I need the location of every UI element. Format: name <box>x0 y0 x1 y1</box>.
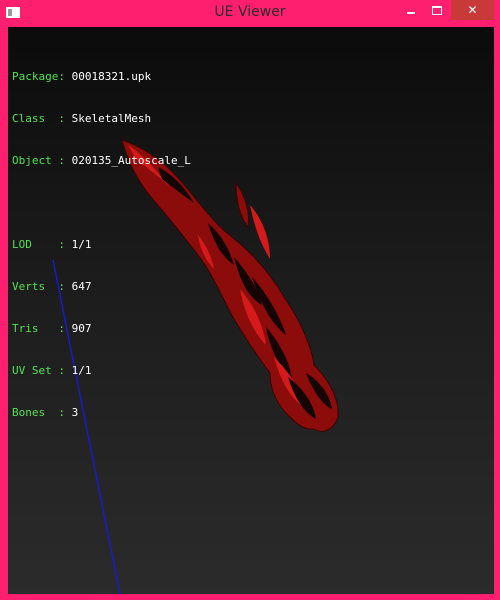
info-row-lod: LOD : 1/1 <box>12 238 191 252</box>
info-row-bones: Bones : 3 <box>12 406 191 420</box>
info-label: LOD : <box>12 238 72 251</box>
minimize-button[interactable] <box>398 0 424 20</box>
minimize-icon <box>407 11 415 14</box>
info-label: Verts : <box>12 280 72 293</box>
info-value: 3 <box>71 406 79 419</box>
info-value: 907 <box>71 322 92 335</box>
info-label: UV Set : <box>12 364 72 377</box>
info-row-object: Object : 020135_Autoscale_L <box>12 154 191 168</box>
info-value: 647 <box>71 280 92 293</box>
mesh-info-overlay: Package: 00018321.upk Class : SkeletalMe… <box>12 42 191 448</box>
info-row-package: Package: 00018321.upk <box>12 70 191 84</box>
3d-viewport[interactable]: Package: 00018321.upk Class : SkeletalMe… <box>8 27 494 594</box>
info-value: 020135_Autoscale_L <box>71 154 191 167</box>
info-row-verts: Verts : 647 <box>12 280 191 294</box>
info-value: 1/1 <box>71 238 92 251</box>
app-window: UE Viewer ✕ Package: 00018321.upk Class … <box>0 0 500 600</box>
info-label: Bones : <box>12 406 72 419</box>
close-button[interactable]: ✕ <box>451 0 494 20</box>
maximize-icon <box>432 6 442 15</box>
info-value: 1/1 <box>71 364 92 377</box>
close-icon: ✕ <box>467 3 478 17</box>
info-label: Tris : <box>12 322 72 335</box>
info-row-class: Class : SkeletalMesh <box>12 112 191 126</box>
info-value: 00018321.upk <box>71 70 152 83</box>
info-label: Object : <box>12 154 72 167</box>
info-label: Package: <box>12 70 72 83</box>
info-value: SkeletalMesh <box>71 112 152 125</box>
info-row-tris: Tris : 907 <box>12 322 191 336</box>
info-label: Class : <box>12 112 72 125</box>
title-bar[interactable]: UE Viewer ✕ <box>0 0 500 27</box>
maximize-button[interactable] <box>424 0 450 20</box>
info-row-uvset: UV Set : 1/1 <box>12 364 191 378</box>
